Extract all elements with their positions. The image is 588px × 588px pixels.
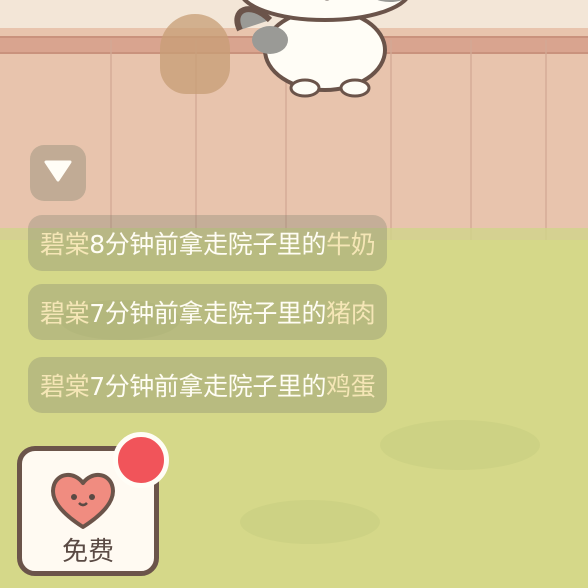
player-name[interactable]: 碧棠 <box>40 225 90 261</box>
fence-plank <box>545 40 547 260</box>
feed-message: 碧棠 8分钟前 拿走院子里的 牛奶 <box>28 215 388 271</box>
time-ago: 7分钟前 <box>89 299 179 328</box>
notification-dot <box>113 432 169 488</box>
cat-character[interactable] <box>230 0 420 100</box>
action-text: 拿走院子里的 <box>178 372 327 401</box>
time-ago: 8分钟前 <box>89 230 179 259</box>
grass-patch <box>380 420 540 470</box>
grass-patch <box>240 500 380 544</box>
action-text: 拿走院子里的 <box>178 230 327 259</box>
collapse-feed-button[interactable] <box>30 145 86 201</box>
player-name[interactable]: 碧棠 <box>40 367 90 403</box>
triangle-down-icon <box>44 160 72 182</box>
time-ago: 7分钟前 <box>89 372 179 401</box>
action-text: 拿走院子里的 <box>178 299 327 328</box>
free-label: 免费 <box>61 537 114 567</box>
dirt-pile <box>160 14 230 94</box>
item-name: 鸡蛋 <box>326 372 376 401</box>
item-name: 猪肉 <box>326 299 376 328</box>
fence-plank <box>470 40 472 260</box>
heart-face-icon <box>51 473 115 529</box>
item-name: 牛奶 <box>326 230 376 259</box>
game-scene: 碧棠 8分钟前 拿走院子里的 牛奶 碧棠 7分钟前 拿走院子里的 猪肉 碧棠 7分钟前 拿走院子… <box>0 0 588 588</box>
player-name[interactable]: 碧棠 <box>40 294 90 330</box>
feed-message: 碧棠 7分钟前 拿走院子里的 鸡蛋 <box>28 357 388 413</box>
feed-message: 碧棠 7分钟前 拿走院子里的 猪肉 <box>28 284 388 340</box>
